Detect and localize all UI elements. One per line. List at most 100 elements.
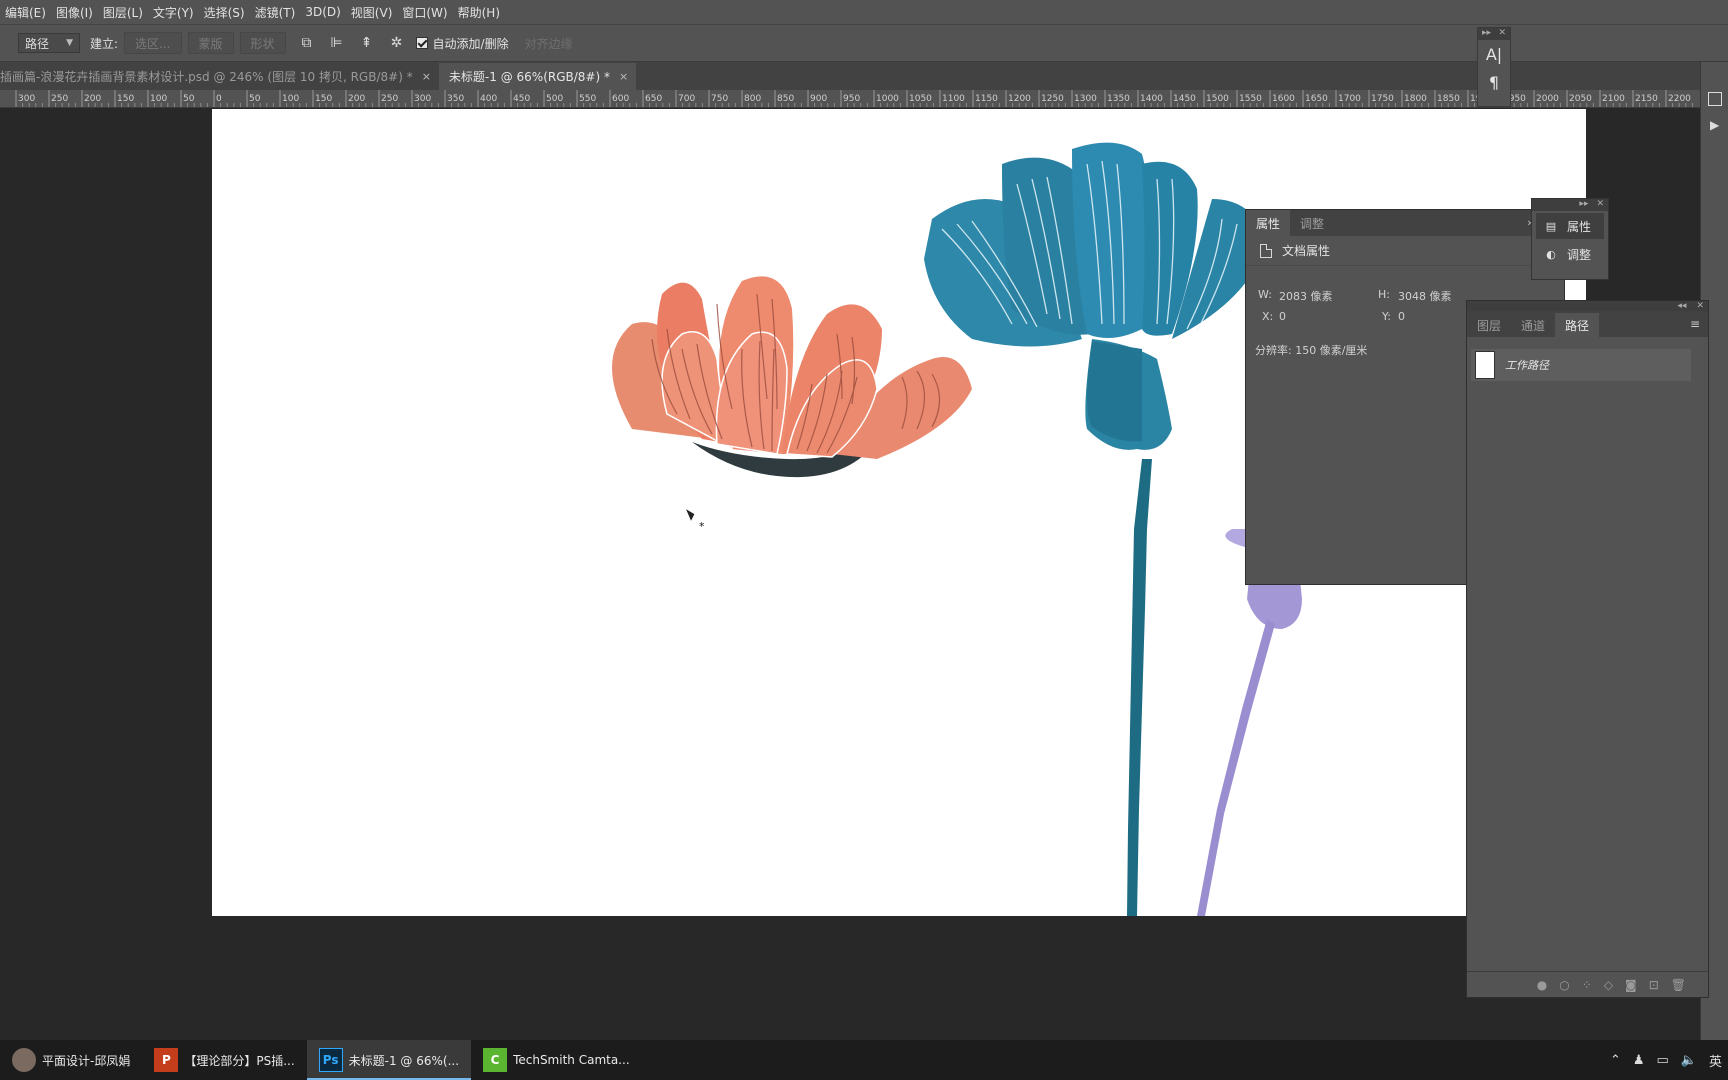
tray-app-icon[interactable]: ♟ [1633,1053,1645,1068]
task-camtasia[interactable]: C TechSmith Camta... [471,1040,642,1080]
tab-properties[interactable]: 属性 [1246,210,1291,236]
path-operations-icon[interactable]: ⧉ [298,34,316,52]
x-value[interactable]: 0 [1279,310,1286,323]
ruler-label: 1100 [942,94,965,104]
stroke-path-icon[interactable]: ○ [1559,978,1569,992]
tab-paths[interactable]: 路径 [1555,313,1600,337]
menu-help[interactable]: 帮助(H) [453,4,505,21]
ruler-label: 1700 [1338,94,1361,104]
lavender-flower [1197,529,1356,916]
properties-label: 属性 [1567,219,1592,234]
close-icon[interactable]: ✕ [1696,301,1704,311]
paths-bottom-toolbar: ● ○ ⁘ ◇ ◙ ⊡ 🗑 [1467,971,1708,997]
ime-indicator[interactable]: 英 [1709,1051,1722,1070]
panel-icon[interactable] [1708,92,1722,106]
ruler-label: 900 [810,94,827,104]
powerpoint-icon: P [154,1048,179,1072]
menu-filter[interactable]: 滤镜(T) [250,4,301,21]
adjustments-icon: ◐ [1546,247,1556,261]
system-tray: ⌃ ♟ ▭ 🔈 英 [1610,1040,1728,1080]
ruler-label: 2100 [1602,94,1625,104]
ruler-label: 1500 [1206,94,1229,104]
load-selection-icon[interactable]: ⁘ [1582,978,1592,992]
ruler-label: 1650 [1305,94,1328,104]
path-arrangement-icon[interactable]: ⇞ [358,34,376,52]
trash-icon[interactable]: 🗑 [1671,978,1686,992]
ruler-label: 250 [381,94,398,104]
volume-icon[interactable]: 🔈 [1681,1053,1697,1068]
properties-toggle[interactable]: ▤ 属性 [1536,213,1604,239]
ruler-label: 1800 [1404,94,1427,104]
task-powerpoint[interactable]: P 【理论部分】PS插... [142,1040,306,1080]
path-alignment-icon[interactable]: ⊫ [328,34,346,52]
tab-layers[interactable]: 图层 [1467,313,1511,337]
task-label: 【理论部分】PS插... [184,1053,295,1068]
fill-path-icon[interactable]: ● [1537,978,1547,992]
char-para-mini-panel: ▸▸ ✕ A| ¶ [1477,27,1511,107]
ruler-label: 550 [579,94,596,104]
y-value[interactable]: 0 [1398,310,1405,323]
menu-layer[interactable]: 图层(L) [98,4,148,21]
path-item-work-path[interactable]: 工作路径 [1471,349,1691,381]
document-properties-row: 文档属性 [1246,236,1564,266]
resolution-text: 分辨率: 150 像素/厘米 [1255,344,1368,357]
paragraph-panel-icon[interactable]: ¶ [1478,68,1510,96]
menu-view[interactable]: 视图(V) [346,4,398,21]
menu-edit[interactable]: 编辑(E) [0,4,51,21]
align-edges-label[interactable]: 对齐边缘 [525,35,573,52]
menu-3d[interactable]: 3D(D) [300,5,345,19]
menu-bar: 编辑(E) 图像(I) 图层(L) 文字(Y) 选择(S) 滤镜(T) 3D(D… [0,0,1728,24]
properties-tab-row: 属性 调整 ›› | ≡ [1246,210,1564,236]
close-icon[interactable]: ✕ [1596,199,1604,211]
menu-image[interactable]: 图像(I) [51,4,98,21]
auto-add-delete-checkbox[interactable] [415,37,428,49]
props-adjust-mini-panel: ▸▸ ✕ ▤ 属性 ◐ 调整 [1531,198,1609,280]
make-shape-button[interactable]: 形状 [239,32,286,54]
doc-properties-title: 文档属性 [1282,244,1331,258]
menu-select[interactable]: 选择(S) [199,4,250,21]
h-value[interactable]: 3048 像素 [1398,288,1452,304]
ruler-label: 2050 [1569,94,1592,104]
avatar [12,1048,36,1072]
ruler-label: 300 [414,94,431,104]
new-path-icon[interactable]: ⊡ [1649,978,1659,992]
horizontal-ruler[interactable]: 300 250 200 150 100 50 0 50 100 150 200 250 300 350 40… [0,90,1700,108]
tool-mode-value: 路径 [25,36,50,51]
network-icon[interactable]: ▭ [1657,1053,1669,1068]
add-mask-icon[interactable]: ◙ [1625,978,1637,992]
make-selection-button[interactable]: 选区... [124,32,182,54]
tool-mode-dropdown[interactable]: 路径 ▼ [18,33,80,53]
adjustments-label: 调整 [1567,247,1592,262]
tab-adjustments[interactable]: 调整 [1290,210,1334,236]
tab-channels[interactable]: 通道 [1511,313,1555,337]
play-icon[interactable]: ▶ [1710,118,1719,132]
tab-illustration-psd[interactable]: 插画篇-浪漫花卉插画背景素材设计.psd @ 246% (图层 10 拷贝, R… [0,63,439,90]
ruler-label: 1250 [1041,94,1064,104]
ruler-label: 1200 [1008,94,1031,104]
make-mask-button[interactable]: 蒙版 [187,32,234,54]
close-icon[interactable]: × [422,70,431,83]
menu-type[interactable]: 文字(Y) [148,4,199,21]
chevron-up-icon[interactable]: ⌃ [1610,1053,1621,1068]
ruler-label: 1450 [1173,94,1196,104]
panel-header: ◂◂ ✕ [1467,301,1708,311]
task-photoshop[interactable]: Ps 未标题-1 @ 66%(... [306,1040,472,1080]
teal-flower [924,142,1267,916]
adjustments-toggle[interactable]: ◐ 调整 [1536,241,1604,267]
ruler-label: 50 [249,94,261,104]
camtasia-icon: C [483,1048,508,1072]
ruler-label: 1750 [1371,94,1394,104]
task-user-app[interactable]: 平面设计-邱凤娟 [0,1040,142,1080]
ruler-label: 150 [315,94,332,104]
ruler-label: 150 [117,94,134,104]
close-icon[interactable]: ✕ [1498,28,1506,40]
panel-menu-icon[interactable]: ≡ [1690,317,1700,331]
ruler-label: 1600 [1272,94,1295,104]
gear-icon[interactable]: ✲ [388,34,406,52]
make-work-path-icon[interactable]: ◇ [1604,978,1613,992]
w-value[interactable]: 2083 像素 [1279,288,1333,304]
tab-untitled-1[interactable]: 未标题-1 @ 66%(RGB/8#) * × [438,63,637,90]
menu-window[interactable]: 窗口(W) [397,4,452,21]
close-icon[interactable]: × [619,70,628,83]
character-panel-icon[interactable]: A| [1478,40,1510,68]
